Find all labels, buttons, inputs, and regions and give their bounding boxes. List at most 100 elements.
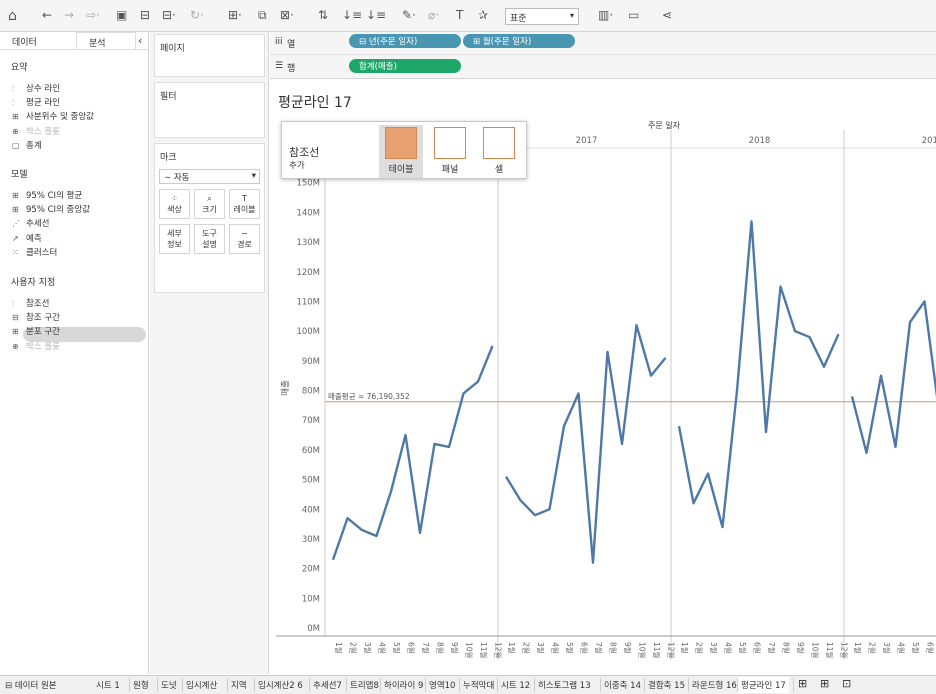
duplicate-sheet-icon[interactable]: ⧉ xyxy=(258,8,267,23)
x-tick-label: 9월 xyxy=(796,642,806,654)
tooltip-button[interactable]: 도구 설명 xyxy=(194,224,225,254)
format-select[interactable]: 표준 ▾ xyxy=(505,8,579,25)
sheet-tab[interactable]: 결합축 15 xyxy=(648,679,685,691)
analytics-item[interactable]: ⁙ 클러스터 xyxy=(12,246,57,258)
detail-button[interactable]: 세부 정보 xyxy=(159,224,190,254)
datasource-tab-label: 데이터 원본 xyxy=(14,681,57,691)
analytics-item[interactable]: ⊞ 분포 구간 xyxy=(12,325,60,337)
size-button[interactable]: ⌕ 크기 xyxy=(194,189,225,219)
collapse-icon[interactable]: ‹ xyxy=(138,31,142,48)
x-tick-label: 12월 xyxy=(840,642,850,659)
sheet-tab[interactable]: 히스토그램 13 xyxy=(538,679,591,691)
pill-sum-sales[interactable]: 합계(매출) xyxy=(349,59,461,73)
reference-line-drop-popup: 참조선 추가 테이블 패널 셀 xyxy=(281,121,527,179)
sheet-tab[interactable]: 라운드형 16 xyxy=(692,679,737,691)
mark-button-label: 크기 xyxy=(202,205,217,214)
sheet-tab[interactable]: 시트 1 xyxy=(96,679,120,691)
cards-area: 페이지 필터 마크 ∼ 자동 ▾ ⁘ 색상 ⌕ 크기 T 레이블 세부 정보 도구 설명 ∼ 경로 xyxy=(150,32,269,674)
analytics-item-label: 박스 플롯 xyxy=(26,341,60,352)
tab-separator xyxy=(688,678,689,692)
option-cell-label: 셀 xyxy=(494,165,504,175)
path-icon: ∼ xyxy=(241,229,248,238)
analytics-item[interactable]: ⊞ 95% CI의 평균 xyxy=(12,189,82,201)
pill-year[interactable]: ⊟ 년(주문 일자) xyxy=(349,34,461,48)
analytics-item[interactable]: ⫶ 평균 라인 xyxy=(12,96,60,108)
sheet-tab[interactable]: 지역 xyxy=(231,679,247,691)
undo-icon[interactable]: ← xyxy=(42,8,52,22)
datasource-tab[interactable]: ⊟ 데이터 원본 xyxy=(5,679,57,691)
label-icon[interactable]: T xyxy=(456,8,463,22)
analytics-item[interactable]: ⋰ 추세선 xyxy=(12,217,49,229)
analytics-item[interactable]: ⊞ 95% CI의 중앙값 xyxy=(12,203,90,215)
clear-sheet-icon[interactable]: ⊠· xyxy=(280,8,294,22)
filters-card[interactable]: 필터 xyxy=(154,82,265,138)
sheet-tab[interactable]: 도넛 xyxy=(161,679,177,691)
sort-desc-icon[interactable]: ↓≡ xyxy=(366,8,386,22)
save-icon[interactable]: ▣ xyxy=(116,8,127,22)
sheet-tab[interactable]: 추세선7 xyxy=(313,679,342,691)
sheet-tab[interactable]: 평균라인 17 xyxy=(738,677,789,693)
tab-data[interactable]: 데이터 xyxy=(12,32,37,49)
pages-card[interactable]: 페이지 xyxy=(154,34,265,77)
sheet-tab[interactable]: 이중축 14 xyxy=(604,679,641,691)
pill-month[interactable]: ⊞ 월(주문 일자) xyxy=(463,34,575,48)
highlight-icon[interactable]: ✎· xyxy=(402,8,416,22)
show-cards-icon[interactable]: ▥· xyxy=(598,8,613,22)
y-tick-label: 90M xyxy=(302,357,320,367)
popup-option-table[interactable]: 테이블 xyxy=(379,125,423,178)
new-sheet-icon[interactable]: ⊞ xyxy=(798,677,807,690)
sort-asc-icon[interactable]: ↓≡ xyxy=(342,8,362,22)
new-datasource-icon[interactable]: ⊟ xyxy=(140,8,150,22)
analytics-item[interactable]: ⊕ 박스 플롯 xyxy=(12,125,60,137)
x-tick-label: 4월 xyxy=(724,642,734,654)
x-tick-label: 9월 xyxy=(623,642,633,654)
sheet-tabs-bar: ⊟ 데이터 원본 시트 1 원형 도넛 임시계산 지역 임시계산2 6 추세선7 트리맵8 하이… xyxy=(0,675,936,694)
analytics-item[interactable]: ⫶ 상수 라인 xyxy=(12,82,60,94)
group-icon[interactable]: ⌀· xyxy=(428,8,439,22)
redo-icon[interactable]: → xyxy=(64,8,74,22)
analytics-item[interactable]: ↗ 예측 xyxy=(12,232,42,244)
label-button[interactable]: T 레이블 xyxy=(229,189,260,219)
mark-type-select[interactable]: ∼ 자동 ▾ xyxy=(159,169,260,184)
format-select-value: 표준 xyxy=(510,14,527,24)
x-tick-label: 10월 xyxy=(465,642,475,659)
reference-line-icon: ⫶ xyxy=(12,98,14,108)
x-tick-label: 12월 xyxy=(494,642,504,659)
popup-option-cell[interactable]: 셀 xyxy=(477,125,521,178)
x-tick-label: 11월 xyxy=(652,642,662,659)
sheet-tab[interactable]: 트리맵8 xyxy=(350,679,379,691)
pin-icon[interactable]: ✰ xyxy=(478,8,488,22)
swap-icon[interactable]: ⇅ xyxy=(318,8,328,22)
redo-dropdown-icon[interactable]: ⇨· xyxy=(86,8,100,22)
datasource-menu-icon[interactable]: ⊟· xyxy=(162,8,176,22)
year-header: 2017 xyxy=(576,136,598,146)
box-whisker-icon: ⊕ xyxy=(12,126,19,136)
tab-separator xyxy=(534,678,535,692)
sheet-tab[interactable]: 시트 12 xyxy=(501,679,530,691)
analytics-item[interactable]: ⊞ 사분위수 및 중앙값 xyxy=(12,110,94,122)
sheet-tab[interactable]: 원형 xyxy=(133,679,149,691)
refresh-icon[interactable]: ↻· xyxy=(190,8,204,22)
share-icon[interactable]: ⋖ xyxy=(662,8,672,22)
sheet-tab[interactable]: 누적막대 xyxy=(463,679,494,691)
path-button[interactable]: ∼ 경로 xyxy=(229,224,260,254)
sheet-tab[interactable]: 하이라이 9 xyxy=(384,679,423,691)
y-tick-label: 30M xyxy=(302,535,320,545)
sheet-tab[interactable]: 임시계산 xyxy=(186,679,217,691)
presentation-icon[interactable]: ▭ xyxy=(628,8,639,22)
trend-line-icon: ⋰ xyxy=(12,219,20,229)
home-icon[interactable]: ⌂ xyxy=(8,8,17,24)
popup-option-pane[interactable]: 패널 xyxy=(428,125,472,178)
analytics-pane: 데이터 분석 ‹ 요약 ⫶ 상수 라인 ⫶ 평균 라인 ⊞ 사분위수 및 중앙값 ⊕ 박스 플롯… xyxy=(0,32,149,674)
new-dashboard-icon[interactable]: ⊞ xyxy=(820,677,829,690)
sheet-tab[interactable]: 영역10 xyxy=(429,679,455,691)
analytics-item[interactable]: ⫶ 참조선 xyxy=(12,297,49,309)
new-story-icon[interactable]: ⊡ xyxy=(842,677,851,690)
analytics-item[interactable]: ⊕ 박스 플롯 xyxy=(12,340,60,352)
analytics-item[interactable]: ⊟ 참조 구간 xyxy=(12,311,60,323)
color-button[interactable]: ⁘ 색상 xyxy=(159,189,190,219)
analytics-item[interactable]: ▢ 총계 xyxy=(12,139,42,151)
tab-analysis[interactable]: 분석 xyxy=(76,32,136,49)
new-sheet-icon[interactable]: ⊞· xyxy=(228,8,242,22)
sheet-tab[interactable]: 임시계산2 6 xyxy=(258,679,303,691)
